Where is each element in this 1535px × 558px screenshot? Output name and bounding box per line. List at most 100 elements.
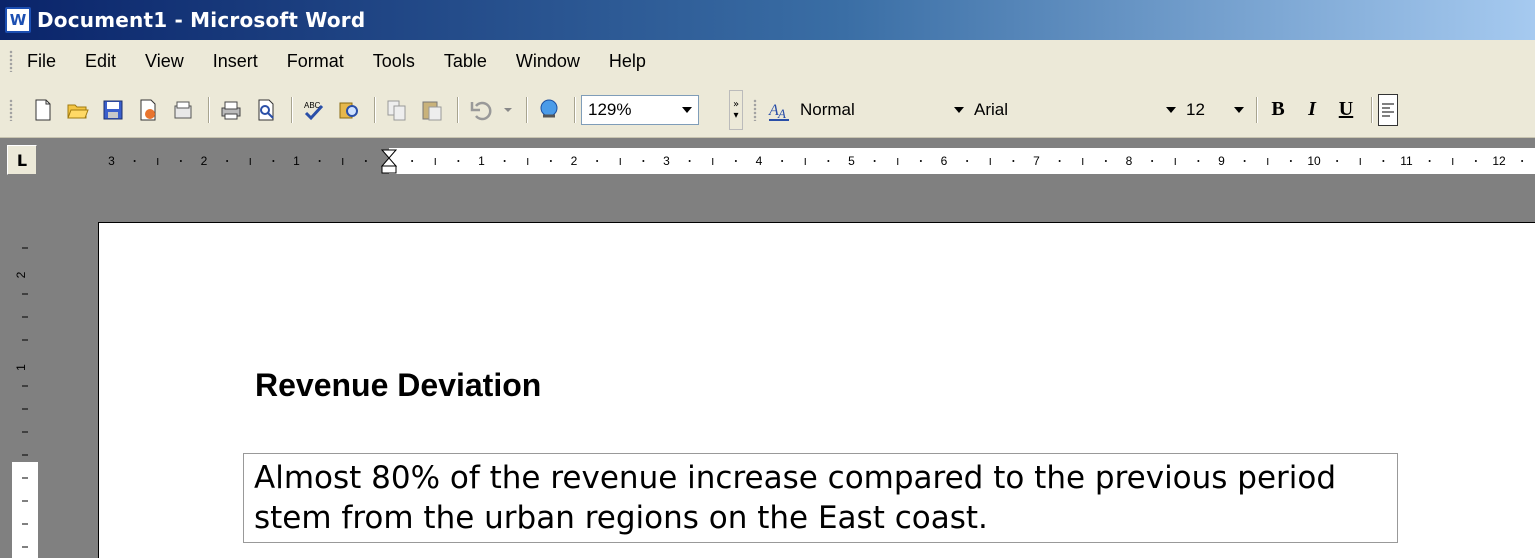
font-select[interactable]: Arial [970,95,1182,125]
left-indent-marker[interactable] [381,165,397,174]
horizontal-ruler[interactable]: 3 2 1 1 2 3 4 5 6 7 8 9 10 11 12 [100,148,1535,174]
font-size-select[interactable]: 12 [1182,95,1250,125]
hyperlink-globe-icon [540,99,558,117]
ruler-tick [734,160,737,162]
ruler-label: 8 [1126,154,1133,168]
menu-insert[interactable]: Insert [213,51,258,72]
document-area: Revenue Deviation Almost 80% of the reve… [50,184,1535,558]
menu-edit[interactable]: Edit [85,51,116,72]
document-heading[interactable]: Revenue Deviation [255,367,541,404]
toolbar-separator [208,96,209,123]
print-preview-button[interactable] [250,94,282,126]
save-button[interactable] [97,94,129,126]
ruler-label: 2 [201,154,208,168]
vertical-ruler[interactable]: 21 [12,228,38,558]
ruler-tick [457,160,460,162]
email-icon [174,101,192,118]
tab-selector-button[interactable]: L [7,145,37,175]
menu-tools[interactable]: Tools [373,51,415,72]
ruler-label: 3 [108,154,115,168]
word-icon[interactable]: W [5,7,31,33]
indent-marker[interactable] [380,149,398,167]
align-left-button[interactable] [1378,93,1398,126]
zoom-select[interactable]: 129% [581,94,699,125]
printer-icon [221,101,241,119]
open-button[interactable] [62,94,94,126]
chevron-right-icon: » [732,98,740,110]
email-button[interactable] [167,94,199,126]
research-icon [339,102,358,118]
ruler-tick [1289,160,1292,162]
ruler-label: 9 [1218,154,1225,168]
hyperlink-button[interactable] [533,94,565,126]
ruler-tick [272,160,275,162]
undo-button[interactable] [464,94,496,126]
ruler-tick [1104,160,1107,162]
copy-button[interactable] [381,94,413,126]
ruler-tick [133,160,136,162]
menu-file[interactable]: File [27,51,56,72]
toolbar-separator [1371,96,1372,123]
ruler-label: 5 [848,154,855,168]
toolbar-options-button[interactable]: » ▾ [729,89,743,130]
text-box[interactable]: Almost 80% of the revenue increase compa… [243,453,1398,543]
menu-table[interactable]: Table [444,51,487,72]
styles-formatting-icon: AA [768,102,789,121]
toolbar-grip[interactable] [9,98,13,121]
ruler-ticks: 3 2 1 1 2 3 4 5 6 7 8 9 10 11 12 [108,149,1524,174]
ruler-tick [596,160,599,162]
ruler-tick [1382,160,1385,162]
menu-window[interactable]: Window [516,51,580,72]
new-document-button[interactable] [27,94,59,126]
ruler-tick [503,160,506,162]
standard-toolbar: ABC 129% » ▾ AA Normal Arial 12 B I U [0,82,1535,138]
toolbar-separator [526,96,527,123]
align-left-icon [1382,103,1394,116]
ruler-label: 12 [1492,154,1506,168]
menu-help[interactable]: Help [609,51,646,72]
research-button[interactable] [333,94,365,126]
ruler-tick [1474,160,1477,162]
toolbar-separator [574,96,575,123]
chevron-down-icon [504,107,512,112]
toolbar-separator [374,96,375,123]
styles-and-formatting-button[interactable]: AA [765,94,793,126]
ruler-tick [966,160,969,162]
spelling-button[interactable]: ABC [298,94,330,126]
document-page[interactable]: Revenue Deviation Almost 80% of the reve… [98,222,1535,558]
style-select[interactable]: Normal [796,95,970,125]
ruler-label: 10 [1307,154,1321,168]
menu-format[interactable]: Format [287,51,344,72]
window-title: Document1 - Microsoft Word [37,8,366,32]
menu-view[interactable]: View [145,51,184,72]
permission-button[interactable] [132,94,164,126]
print-preview-icon [258,99,274,120]
ruler-tick [1151,160,1154,162]
chevron-down-icon [1234,106,1244,113]
chevron-down-icon [954,106,964,113]
print-button[interactable] [215,94,247,126]
italic-button[interactable]: I [1297,95,1327,125]
folder-open-icon [67,104,89,118]
copy-icon [387,100,406,120]
ruler-tick [1243,160,1246,162]
menu-grip[interactable] [9,50,13,72]
ruler-tick [1336,160,1339,162]
ruler-label: 3 [663,154,670,168]
underline-button[interactable]: U [1331,95,1361,125]
toolbar-separator [291,96,292,123]
ruler-tick [1058,160,1061,162]
ruler-tick [1521,160,1524,162]
vruler-ticks: 21 [14,247,28,548]
undo-icon [470,101,492,120]
paste-button[interactable] [416,94,448,126]
undo-dropdown-button[interactable] [499,94,517,126]
bold-button[interactable]: B [1263,95,1293,125]
ruler-tick [1428,160,1431,162]
ruler-tick [781,160,784,162]
chevron-down-icon [682,106,692,113]
new-document-icon [35,99,51,120]
title-bar: W Document1 - Microsoft Word [0,0,1535,40]
font-value: Arial [974,99,1009,119]
formatting-toolbar-grip[interactable] [753,98,757,121]
